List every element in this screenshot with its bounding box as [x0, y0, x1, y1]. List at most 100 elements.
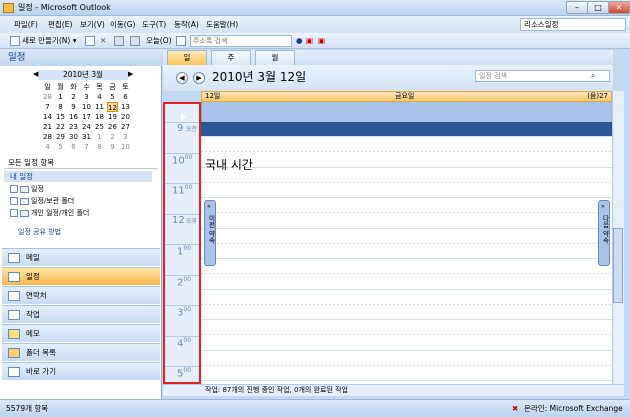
- mini-calendar-day[interactable]: 15: [55, 112, 66, 122]
- mini-calendar-day[interactable]: 21: [42, 122, 53, 132]
- calendar-item[interactable]: 일정/보관 폴더: [10, 196, 74, 206]
- move-icon[interactable]: [130, 36, 140, 46]
- mini-calendar-day[interactable]: 27: [120, 122, 131, 132]
- mail-icon: [8, 253, 20, 263]
- mini-calendar-day[interactable]: 20: [120, 112, 131, 122]
- next-month-arrow[interactable]: ▶: [128, 70, 133, 78]
- mini-calendar-day[interactable]: 16: [68, 112, 79, 122]
- calendar-search-input[interactable]: 일정 검색: [475, 70, 610, 82]
- nav-shortcuts[interactable]: 바로 가기: [2, 362, 160, 380]
- previous-appointment-tab[interactable]: « 이전 약속: [204, 200, 216, 266]
- mini-calendar-day[interactable]: 6: [120, 92, 131, 102]
- resource-box[interactable]: 리소스일정: [520, 18, 626, 31]
- nav-tasks[interactable]: 작업: [2, 305, 160, 323]
- maximize-button[interactable]: □: [587, 1, 609, 14]
- mini-calendar-day[interactable]: 23: [68, 122, 79, 132]
- nav-calendar[interactable]: 일정: [2, 267, 160, 285]
- mini-calendar-day[interactable]: 9: [68, 102, 79, 112]
- menu-actions[interactable]: 동작(A): [174, 19, 199, 30]
- mini-calendar-day[interactable]: 18: [94, 112, 105, 122]
- mini-calendar-day[interactable]: 2: [107, 132, 118, 142]
- folder-icon[interactable]: [114, 36, 124, 46]
- mini-calendar-day[interactable]: 8: [94, 142, 105, 152]
- all-day-area[interactable]: [201, 102, 612, 122]
- mini-calendar-day[interactable]: 11: [94, 102, 105, 112]
- scrollbar-thumb[interactable]: [613, 228, 623, 303]
- share-calendar-link[interactable]: 일정 공유 방법: [18, 227, 61, 237]
- menu-edit[interactable]: 편집(E): [48, 19, 72, 30]
- menu-view[interactable]: 보기(V): [80, 19, 105, 30]
- mini-calendar-day[interactable]: 6: [68, 142, 79, 152]
- my-calendars-header[interactable]: 내 일정: [4, 171, 152, 182]
- checkbox-icon[interactable]: [10, 185, 18, 193]
- mini-calendar-day[interactable]: 19: [107, 112, 118, 122]
- markup2-icon[interactable]: ▣: [318, 35, 325, 47]
- menu-go[interactable]: 이동(G): [110, 19, 135, 30]
- tasks-bar[interactable]: 작업: 87개의 진행 중인 작업, 0개의 완료된 작업: [163, 384, 624, 396]
- mini-calendar-day[interactable]: 31: [81, 132, 92, 142]
- mini-calendar-day[interactable]: 8: [55, 102, 66, 112]
- addressbook-icon[interactable]: [176, 36, 186, 46]
- tab-month[interactable]: 월: [255, 50, 295, 65]
- mini-calendar-day[interactable]: 14: [42, 112, 53, 122]
- mini-calendar-day[interactable]: 30: [68, 132, 79, 142]
- mini-calendar-day[interactable]: 29: [55, 132, 66, 142]
- mini-calendar-day[interactable]: 1: [94, 132, 105, 142]
- all-calendar-items-dropdown[interactable]: 모든 일정 항목: [4, 157, 158, 169]
- mini-calendar-day[interactable]: 12: [107, 102, 118, 112]
- markup-icon[interactable]: ▣: [306, 35, 313, 47]
- close-button[interactable]: ✕: [608, 1, 630, 14]
- mini-calendar-day[interactable]: 4: [42, 142, 53, 152]
- nav-folder-list[interactable]: 폴더 목록: [2, 343, 160, 361]
- menu-tools[interactable]: 도구(T): [142, 19, 166, 30]
- mini-calendar-day[interactable]: 3: [81, 92, 92, 102]
- weekday-header: 월: [57, 83, 64, 91]
- prev-month-arrow[interactable]: ◀: [33, 70, 38, 78]
- next-day-icon[interactable]: ▶: [193, 72, 205, 84]
- calendar-item[interactable]: 개인 일정/개인 폴더: [10, 208, 89, 218]
- menu-help[interactable]: 도움말(H): [206, 19, 238, 30]
- event-text[interactable]: 국내 시간: [205, 156, 253, 173]
- checkbox-icon[interactable]: [10, 209, 18, 217]
- mini-calendar-day[interactable]: 24: [81, 122, 92, 132]
- nav-notes[interactable]: 메모: [2, 324, 160, 342]
- addressbook-search-input[interactable]: 주소록 검색: [190, 35, 292, 47]
- mini-calendar-day[interactable]: 5: [55, 142, 66, 152]
- mini-calendar-day[interactable]: 28: [42, 132, 53, 142]
- tab-week[interactable]: 주: [211, 50, 251, 65]
- title-bar: 일정 - Microsoft Outlook – □ ✕: [0, 0, 630, 16]
- mini-calendar-day[interactable]: 1: [55, 92, 66, 102]
- mini-calendar-day[interactable]: 28: [42, 92, 53, 102]
- calendar-item[interactable]: 일정: [10, 184, 44, 194]
- mini-calendar-day[interactable]: 7: [42, 102, 53, 112]
- checkbox-icon[interactable]: [10, 197, 18, 205]
- menu-file[interactable]: 파일(F): [14, 19, 38, 30]
- mini-calendar-day[interactable]: 9: [107, 142, 118, 152]
- print-icon[interactable]: [85, 36, 95, 46]
- help-icon[interactable]: ●: [296, 35, 303, 47]
- nav-mail[interactable]: 메일: [2, 248, 160, 266]
- mini-calendar-day[interactable]: 7: [81, 142, 92, 152]
- mini-calendar-day[interactable]: 26: [107, 122, 118, 132]
- mini-calendar-day[interactable]: 25: [94, 122, 105, 132]
- search-icon[interactable]: ⌕: [591, 71, 595, 81]
- mini-calendar-day[interactable]: 3: [120, 132, 131, 142]
- mini-calendar-day[interactable]: 5: [107, 92, 118, 102]
- mini-calendar-day[interactable]: 13: [120, 102, 131, 112]
- mini-calendar-day[interactable]: 4: [94, 92, 105, 102]
- next-appointment-tab[interactable]: » 다음 약속: [598, 200, 610, 266]
- minimize-button[interactable]: –: [566, 1, 588, 14]
- all-day-event[interactable]: [201, 122, 612, 136]
- today-button[interactable]: 오늘(O): [146, 35, 172, 47]
- mini-calendar-day[interactable]: 10: [81, 102, 92, 112]
- new-button[interactable]: 새로 만들기(N) ▾: [22, 35, 77, 47]
- mini-calendar-day[interactable]: 17: [81, 112, 92, 122]
- nav-contacts[interactable]: 연락처: [2, 286, 160, 304]
- day-grid[interactable]: [201, 136, 612, 384]
- mini-calendar-day[interactable]: 2: [68, 92, 79, 102]
- mini-calendar-day[interactable]: 22: [55, 122, 66, 132]
- delete-icon[interactable]: ✕: [100, 35, 106, 47]
- tab-day[interactable]: 일: [167, 50, 207, 65]
- prev-day-icon[interactable]: ◀: [176, 72, 188, 84]
- mini-calendar-day[interactable]: 10: [120, 142, 131, 152]
